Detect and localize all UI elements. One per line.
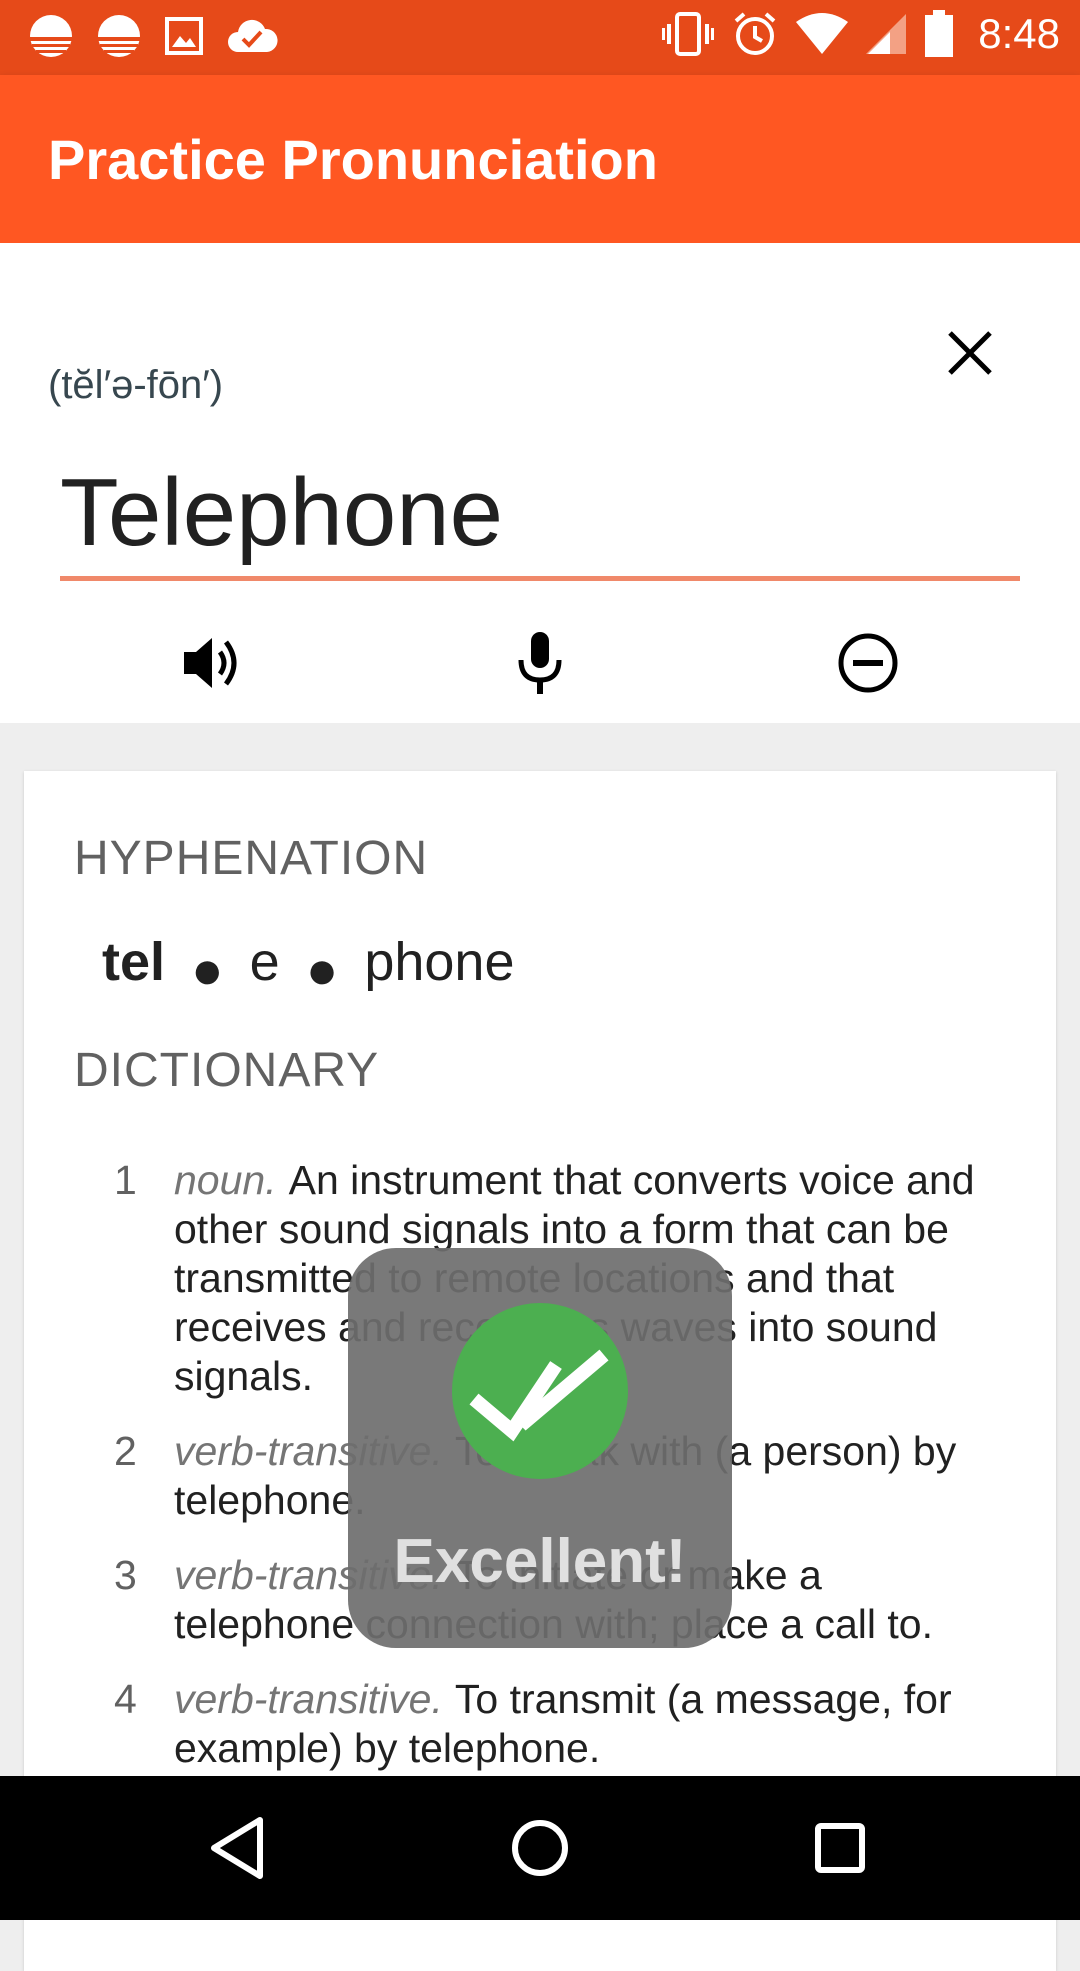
definition-item: 4 verb-transitive. To transmit (a message…	[114, 1675, 994, 1773]
wifi-icon	[796, 13, 849, 54]
alarm-icon	[734, 12, 776, 55]
definition-number: 1	[114, 1157, 137, 1203]
definition-number: 2	[114, 1428, 137, 1474]
definition-number: 4	[114, 1676, 137, 1722]
microphone-icon[interactable]	[505, 628, 575, 698]
app-title: Practice Pronunciation	[48, 128, 658, 191]
syllable: phone	[364, 932, 515, 992]
home-icon[interactable]	[500, 1808, 580, 1888]
toast-message: Excellent!	[393, 1527, 687, 1596]
part-of-speech: verb-transitive.	[174, 1676, 443, 1722]
syllable: e	[249, 932, 280, 992]
back-icon[interactable]	[200, 1808, 280, 1888]
signal-icon	[866, 14, 907, 54]
double-check-icon	[469, 1349, 609, 1442]
input-underline	[60, 576, 1020, 581]
clock: 8:48	[978, 10, 1060, 57]
syllable-separator: ●	[191, 940, 224, 1000]
phonetic-spelling: (tĕl′ə-fōn′)	[48, 363, 224, 407]
status-bar: 8:48	[0, 0, 1080, 75]
hyphenation-heading: HYPHENATION	[74, 832, 429, 885]
definition-number: 3	[114, 1552, 137, 1598]
close-icon[interactable]	[940, 323, 1000, 383]
navigation-bar	[0, 1776, 1080, 1920]
part-of-speech: noun.	[174, 1157, 277, 1203]
dictionary-heading: DICTIONARY	[74, 1044, 380, 1097]
speaker-icon[interactable]	[176, 628, 246, 698]
cloud-check-icon	[228, 19, 278, 52]
app-bar: Practice Pronunciation	[0, 75, 1080, 243]
word-panel: (tĕl′ə-fōn′) Telephone	[0, 243, 1080, 723]
hyphenation-syllables: tel ● e ● phone	[102, 931, 515, 1000]
battery-icon	[925, 10, 954, 57]
remove-icon[interactable]	[833, 628, 903, 698]
image-icon	[165, 17, 203, 55]
syllable: tel	[102, 932, 166, 992]
success-badge	[452, 1303, 628, 1479]
word-input[interactable]: Telephone	[60, 458, 1020, 566]
recents-icon[interactable]	[800, 1808, 880, 1888]
notification-icon	[98, 15, 140, 57]
syllable-separator: ●	[305, 940, 339, 1000]
notification-icon	[30, 15, 72, 57]
success-toast: Excellent!	[348, 1248, 732, 1648]
vibrate-icon	[662, 12, 715, 56]
